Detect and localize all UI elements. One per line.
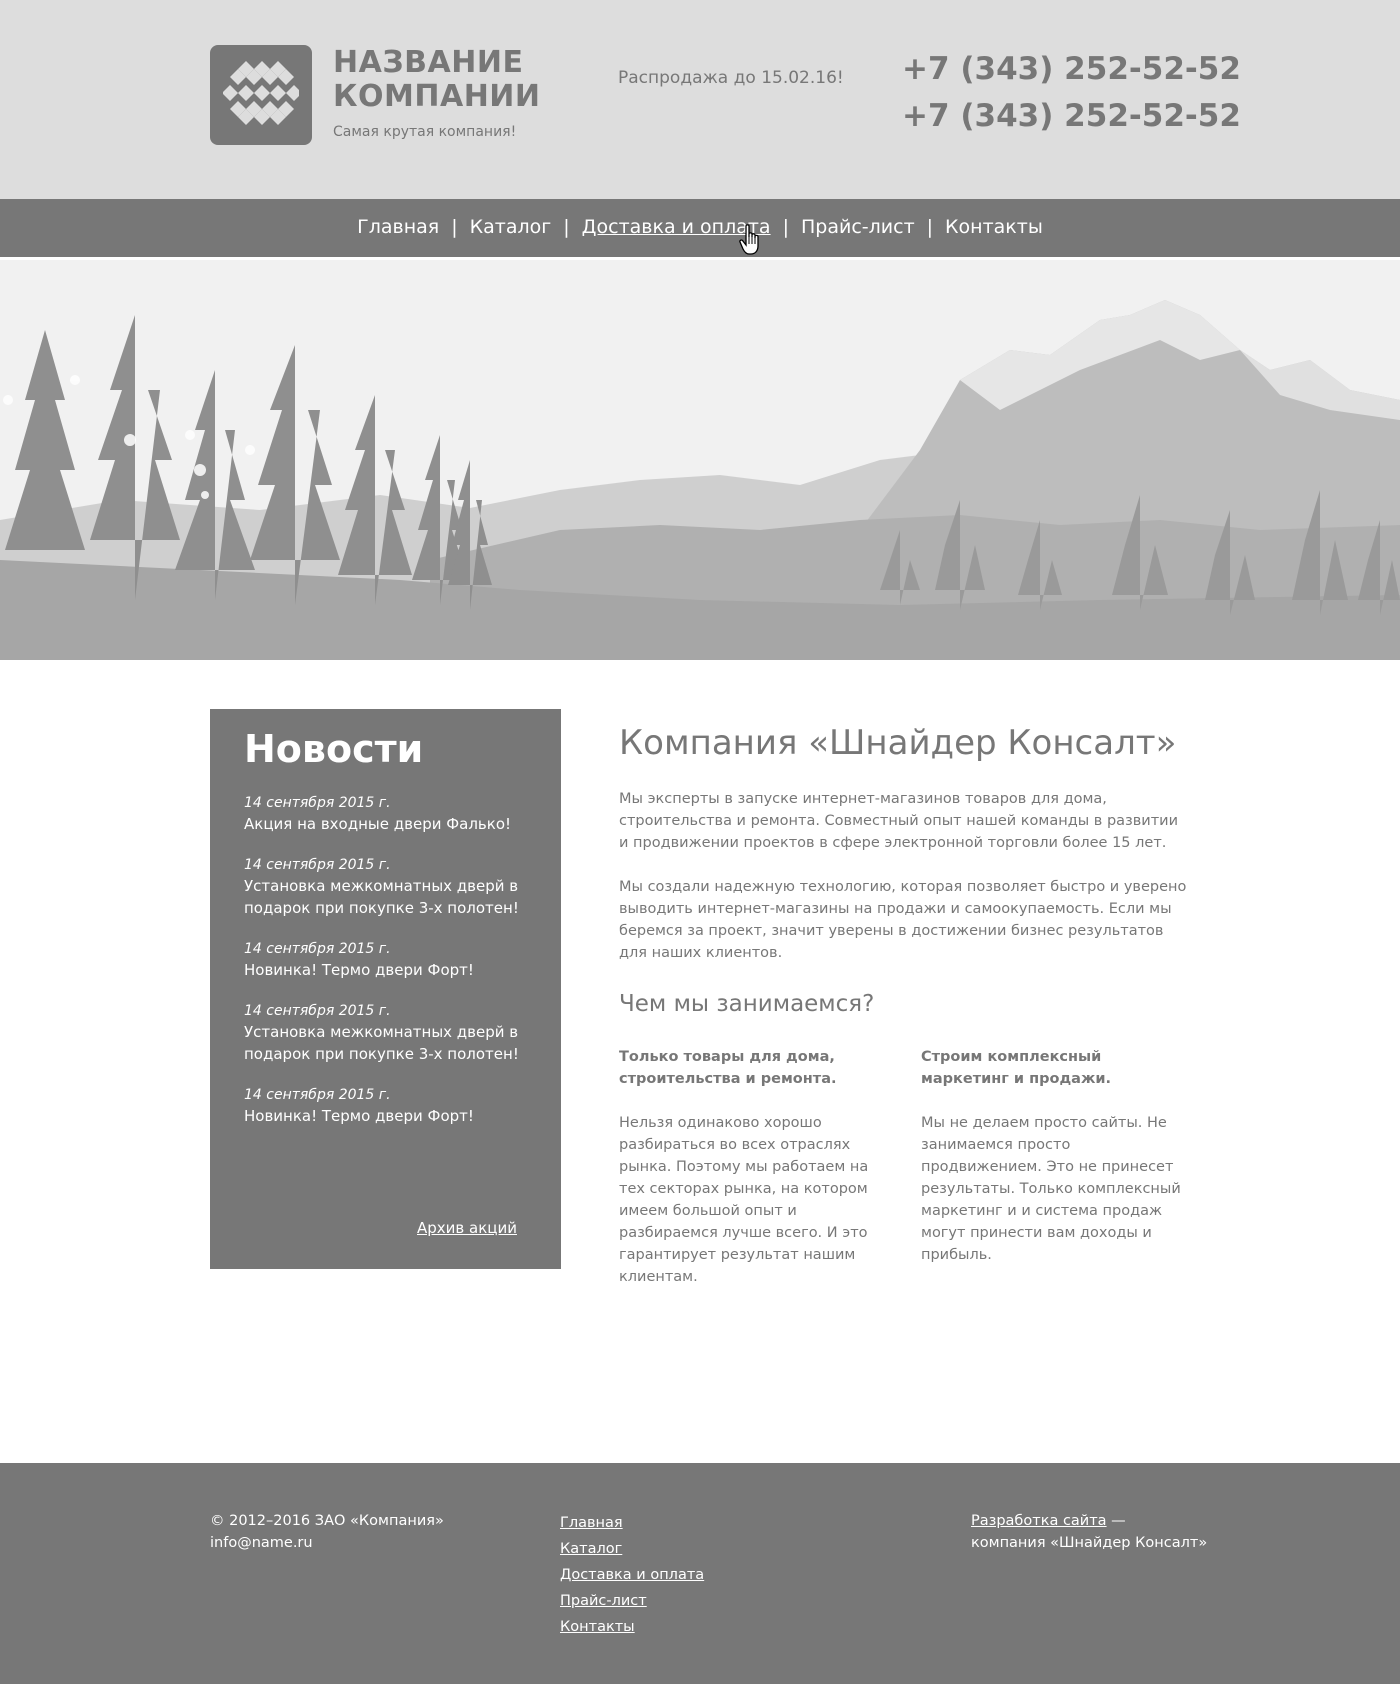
feature-heading-2: Строим комплексный маркетинг и продажи. xyxy=(921,1049,1112,1087)
intro-paragraph-2: Мы создали надежную технологию, которая … xyxy=(619,879,1187,961)
nav-separator: | xyxy=(926,216,934,238)
phone-number-2[interactable]: +7 (343) 252-52-52 xyxy=(902,93,1241,140)
nav-item-catalog[interactable]: Каталог xyxy=(470,216,552,238)
news-date: 14 сентября 2015 г. xyxy=(244,1087,391,1103)
main-nav: Главная | Каталог | Доставка и оплата | Прайс-… xyxy=(0,199,1400,257)
news-text[interactable]: Установка межкомнатных дверй в подарок п… xyxy=(244,875,544,919)
feature-heading-1: Только товары для дома, строительства и … xyxy=(619,1049,837,1087)
news-archive-link[interactable]: Архив акций xyxy=(417,1219,517,1237)
developer-company: компания «Шнайдер Консалт» xyxy=(971,1535,1208,1551)
news-date: 14 сентября 2015 г. xyxy=(244,941,391,957)
feature-text-1: Нельзя одинаково хорошо разбираться во в… xyxy=(619,1115,869,1285)
company-logo[interactable] xyxy=(210,45,312,145)
feature-column-1: Только товары для дома, строительства и … xyxy=(619,1046,881,1288)
footer-developer-credit: Разработка сайта — компания «Шнайдер Кон… xyxy=(971,1510,1207,1554)
company-name-line2: КОМПАНИИ xyxy=(333,79,541,114)
footer-email[interactable]: info@name.ru xyxy=(210,1532,444,1554)
nav-item-home[interactable]: Главная xyxy=(357,216,439,238)
footer-nav: Главная Каталог Доставка и оплата Прайс-… xyxy=(560,1510,704,1640)
developer-dash: — xyxy=(1106,1513,1126,1529)
news-date: 14 сентября 2015 г. xyxy=(244,795,391,811)
footer-link-home[interactable]: Главная xyxy=(560,1510,704,1536)
news-date: 14 сентября 2015 г. xyxy=(244,857,391,873)
hero-banner xyxy=(0,260,1400,660)
feature-column-2: Строим комплексный маркетинг и продажи. … xyxy=(921,1046,1183,1266)
footer-link-contacts[interactable]: Контакты xyxy=(560,1614,704,1640)
phone-number-1[interactable]: +7 (343) 252-52-52 xyxy=(902,46,1241,93)
site-footer: © 2012–2016 ЗАО «Компания» info@name.ru … xyxy=(0,1463,1400,1684)
news-text[interactable]: Новинка! Термо двери Форт! xyxy=(244,959,544,981)
intro-paragraph-1: Мы эксперты в запуске интернет-магазинов… xyxy=(619,791,1179,851)
footer-link-pricelist[interactable]: Прайс-лист xyxy=(560,1588,704,1614)
footer-copyright: © 2012–2016 ЗАО «Компания» xyxy=(210,1513,444,1529)
news-text[interactable]: Установка межкомнатных дверй в подарок п… xyxy=(244,1021,544,1065)
news-item[interactable]: 14 сентября 2015 г. Новинка! Термо двери… xyxy=(244,939,544,981)
main-content: Компания «Шнайдер Консалт» Мы эксперты в… xyxy=(619,720,1191,1286)
mountain-forest-landscape-image xyxy=(0,260,1400,660)
diamond-grid-logo-icon xyxy=(223,61,299,125)
site-header: НАЗВАНИЕ КОМПАНИИ Самая крутая компания!… xyxy=(0,0,1400,199)
hand-pointer-cursor-icon xyxy=(739,224,759,255)
company-name-line1: НАЗВАНИЕ xyxy=(333,45,524,80)
nav-item-contacts[interactable]: Контакты xyxy=(945,216,1043,238)
phone-numbers: +7 (343) 252-52-52 +7 (343) 252-52-52 xyxy=(902,46,1241,140)
news-list: 14 сентября 2015 г. Акция на входные две… xyxy=(244,793,544,1147)
section-subtitle: Чем мы занимаемся? xyxy=(619,991,875,1017)
news-item[interactable]: 14 сентября 2015 г. Установка межкомнатн… xyxy=(244,1001,544,1065)
footer-company-info: © 2012–2016 ЗАО «Компания» info@name.ru xyxy=(210,1510,444,1554)
footer-link-delivery[interactable]: Доставка и оплата xyxy=(560,1562,704,1588)
page-title: Компания «Шнайдер Консалт» xyxy=(619,723,1177,763)
company-name: НАЗВАНИЕ КОМПАНИИ xyxy=(333,46,541,114)
nav-separator: | xyxy=(451,216,458,238)
news-text[interactable]: Акция на входные двери Фалько! xyxy=(244,813,544,835)
news-date: 14 сентября 2015 г. xyxy=(244,1003,391,1019)
news-panel: Новости 14 сентября 2015 г. Акция на вхо… xyxy=(210,709,561,1269)
news-item[interactable]: 14 сентября 2015 г. Новинка! Термо двери… xyxy=(244,1085,544,1127)
nav-separator: | xyxy=(782,216,789,238)
nav-separator: | xyxy=(563,216,570,238)
footer-link-catalog[interactable]: Каталог xyxy=(560,1536,704,1562)
news-text[interactable]: Новинка! Термо двери Форт! xyxy=(244,1105,544,1127)
features-columns: Только товары для дома, строительства и … xyxy=(619,1046,1191,1286)
sale-notice: Распродажа до 15.02.16! xyxy=(618,68,844,88)
nav-item-pricelist[interactable]: Прайс-лист xyxy=(801,216,915,238)
company-tagline: Самая крутая компания! xyxy=(333,124,517,140)
news-item[interactable]: 14 сентября 2015 г. Установка межкомнатн… xyxy=(244,855,544,919)
news-item[interactable]: 14 сентября 2015 г. Акция на входные две… xyxy=(244,793,544,835)
developer-link[interactable]: Разработка сайта xyxy=(971,1513,1107,1529)
feature-text-2: Мы не делаем просто сайты. Не занимаемся… xyxy=(921,1115,1181,1263)
news-title: Новости xyxy=(244,727,424,771)
